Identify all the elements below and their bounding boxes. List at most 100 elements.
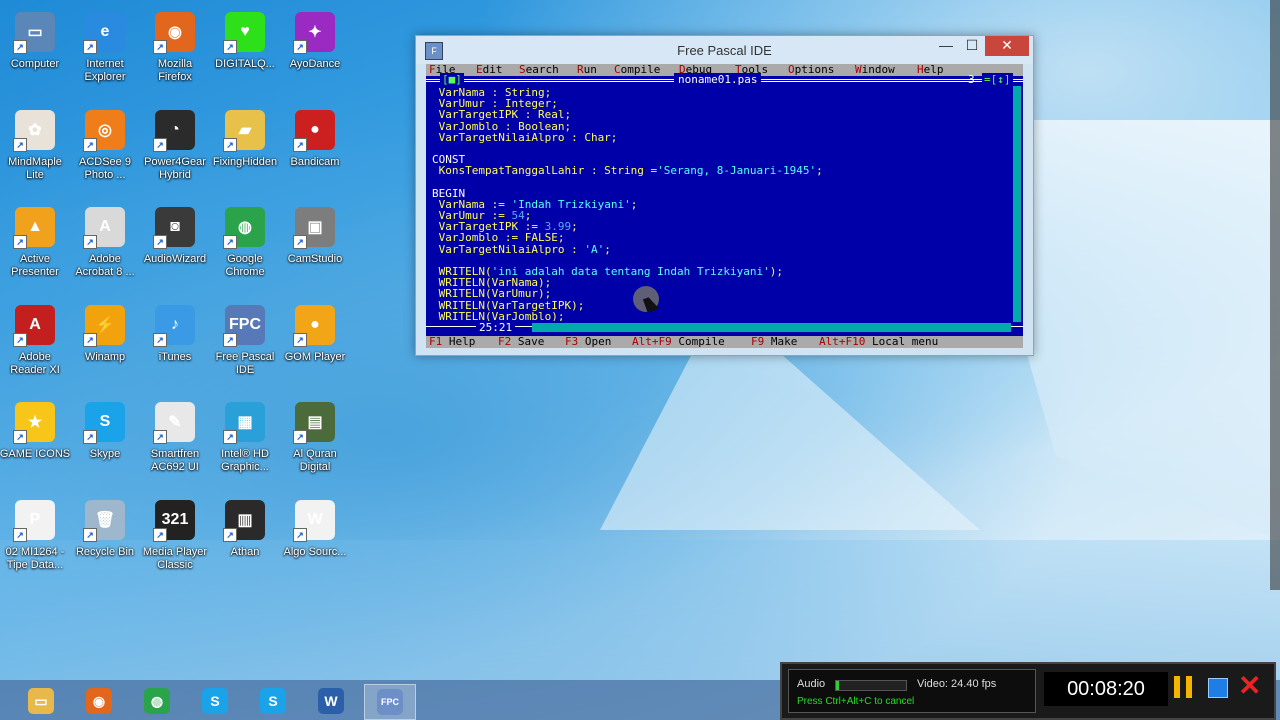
shortcut-arrow-icon: ↗ bbox=[13, 430, 27, 444]
status-help[interactable]: F1 Help bbox=[429, 335, 475, 348]
desktop-icon-label: Recycle Bin bbox=[75, 545, 135, 558]
desktop-icon[interactable]: FPC ↗ Free Pascal IDE bbox=[209, 304, 281, 377]
taskbar-button[interactable]: S bbox=[190, 684, 240, 718]
desktop-icon[interactable]: ◔ ↗ Power4Gear Hybrid bbox=[139, 109, 211, 182]
mindmaple-icon: ✿ ↗ bbox=[13, 109, 55, 152]
desktop-icon[interactable]: ★ ↗ GAME ICONS bbox=[0, 402, 71, 461]
code-line: WRITELN(VarJomblo); bbox=[432, 309, 565, 321]
menu-compile[interactable]: Compile bbox=[614, 63, 660, 76]
horizontal-scrollbar[interactable] bbox=[532, 323, 1011, 332]
desktop-icon[interactable]: 321 ↗ Media Player Classic bbox=[139, 499, 211, 572]
desktop-icon[interactable]: ● ↗ GOM Player bbox=[279, 304, 351, 364]
turbo-vision-screen: File Edit Search Run Compile Debug Tools Option… bbox=[426, 63, 1023, 348]
shortcut-arrow-icon: ↗ bbox=[13, 332, 27, 347]
close-button[interactable]: ✕ bbox=[985, 36, 1029, 56]
taskbar-button[interactable]: ◉ bbox=[74, 684, 124, 718]
free-pascal-window[interactable]: F Free Pascal IDE — ☐ ✕ File Edit Search Ru… bbox=[415, 35, 1034, 356]
taskbar-button[interactable]: W bbox=[306, 684, 356, 718]
editor-close-button[interactable]: [■] bbox=[440, 73, 464, 86]
desktop-icon[interactable]: S ↗ Skype bbox=[69, 402, 141, 461]
taskbar-button[interactable]: ◍ bbox=[132, 684, 182, 718]
window-titlebar[interactable]: F Free Pascal IDE — ☐ ✕ bbox=[416, 36, 1033, 64]
menu-help[interactable]: Help bbox=[917, 63, 944, 76]
winamp-icon: ⚡ ↗ bbox=[83, 304, 125, 347]
desktop-icon[interactable]: A ↗ Adobe Reader XI bbox=[0, 304, 71, 377]
desktop-icon[interactable]: ▥ ↗ Athan bbox=[209, 499, 281, 559]
status-save[interactable]: F2 Save bbox=[498, 335, 544, 348]
desktop-icon[interactable]: ▲ ↗ Active Presenter bbox=[0, 207, 71, 279]
skype-icon: S bbox=[202, 688, 228, 714]
desktop-icon[interactable]: e ↗ Internet Explorer bbox=[69, 12, 141, 84]
taskbar-button[interactable]: ▭ bbox=[16, 684, 66, 718]
desktop-icon[interactable]: ◉ ↗ Mozilla Firefox bbox=[139, 12, 211, 84]
maximize-button[interactable]: ☐ bbox=[959, 36, 985, 56]
pause-icon[interactable] bbox=[1174, 676, 1194, 698]
bandicam-icon: ● ↗ bbox=[293, 109, 335, 152]
status-compile[interactable]: Alt+F9 Compile bbox=[632, 335, 725, 348]
desktop-icon[interactable]: A ↗ Adobe Acrobat 8 ... bbox=[69, 207, 141, 279]
taskbar-button[interactable]: FPC bbox=[364, 684, 416, 720]
desktop-icon[interactable]: ▰ ↗ FixingHidden bbox=[209, 109, 281, 169]
desktop-icon[interactable]: 🗑 ↗ Recycle Bin bbox=[69, 499, 141, 559]
desktop-icon[interactable]: ▭ ↗ Computer bbox=[0, 12, 71, 71]
status-open[interactable]: F3 Open bbox=[565, 335, 611, 348]
taskbar-button[interactable]: S bbox=[248, 684, 298, 718]
desktop-icon[interactable]: ● ↗ Bandicam bbox=[279, 109, 351, 169]
shortcut-arrow-icon: ↗ bbox=[293, 235, 307, 249]
desktop-icon[interactable]: ♪ ↗ iTunes bbox=[139, 304, 211, 364]
recorder-info-panel: Audio Video: 24.40 fps Press Ctrl+Alt+C … bbox=[788, 669, 1036, 713]
stop-icon[interactable] bbox=[1208, 678, 1228, 698]
status-local-menu[interactable]: Alt+F10 Local menu bbox=[819, 335, 938, 348]
shortcut-arrow-icon: ↗ bbox=[223, 40, 237, 54]
vertical-scrollbar[interactable] bbox=[1013, 86, 1021, 322]
quran-icon: ▤ ↗ bbox=[293, 402, 335, 444]
editor-filename: noname01.pas bbox=[674, 73, 762, 86]
editor-window[interactable]: [■] noname01.pas 3 =[↕] VarNama : String… bbox=[426, 73, 1023, 336]
desktop-icon[interactable]: ♥ ↗ DIGITALQ... bbox=[209, 12, 281, 71]
status-make[interactable]: F9 Make bbox=[751, 335, 797, 348]
desktop-icon[interactable]: ▤ ↗ Al Quran Digital bbox=[279, 402, 351, 474]
smartfren-icon: ✎ ↗ bbox=[153, 402, 195, 444]
shortcut-arrow-icon: ↗ bbox=[13, 137, 27, 152]
desktop-icon[interactable]: ▣ ↗ CamStudio bbox=[279, 207, 351, 266]
menu-edit[interactable]: Edit bbox=[476, 63, 503, 76]
intel-icon: ▦ ↗ bbox=[223, 402, 265, 444]
menu-options[interactable]: Options bbox=[788, 63, 834, 76]
desktop-icon-label: Athan bbox=[230, 545, 260, 558]
editor-zoom-button[interactable]: =[↕] bbox=[982, 73, 1013, 86]
desktop-icon[interactable]: ◎ ↗ ACDSee 9 Photo ... bbox=[69, 109, 141, 182]
close-recorder-icon[interactable]: ✕ bbox=[1238, 670, 1261, 702]
desktop-icon[interactable]: ✦ ↗ AyoDance bbox=[279, 12, 351, 71]
bandicam-recorder: Audio Video: 24.40 fps Press Ctrl+Alt+C … bbox=[780, 662, 1276, 720]
freepascal-icon: FPC bbox=[377, 689, 403, 715]
editor-frame-top: [■] noname01.pas 3 =[↕] bbox=[426, 73, 1023, 86]
camstudio-icon: ▣ ↗ bbox=[293, 207, 335, 249]
minimize-button[interactable]: — bbox=[933, 36, 959, 56]
shortcut-arrow-icon: ↗ bbox=[83, 40, 97, 54]
desktop-icon-label: Free Pascal IDE bbox=[215, 350, 275, 376]
code-editor[interactable]: VarNama : String; VarUmur : Integer; Var… bbox=[432, 87, 1007, 321]
menu-search[interactable]: Search bbox=[519, 63, 559, 76]
shortcut-arrow-icon: ↗ bbox=[293, 40, 307, 54]
right-edge-strip bbox=[1270, 0, 1280, 590]
desktop-icon-label: Computer bbox=[10, 58, 60, 70]
desktop-icon[interactable]: ▦ ↗ Intel® HD Graphic... bbox=[209, 402, 281, 474]
desktop-icon[interactable]: ⚡ ↗ Winamp bbox=[69, 304, 141, 364]
desktop-icon[interactable]: ◍ ↗ Google Chrome bbox=[209, 207, 281, 279]
desktop-icon[interactable]: ✿ ↗ MindMaple Lite bbox=[0, 109, 71, 182]
star-icon: ★ ↗ bbox=[13, 402, 55, 444]
desktop-icon[interactable]: ◙ ↗ AudioWizard bbox=[139, 207, 211, 266]
menu-run[interactable]: Run bbox=[577, 63, 597, 76]
audio-label: Audio bbox=[797, 678, 826, 690]
desktop-icon[interactable]: P ↗ 02 MI1264 - Tipe Data... bbox=[0, 499, 71, 572]
audio-meter bbox=[835, 680, 907, 691]
chrome-icon: ◍ bbox=[144, 688, 170, 714]
activepresenter-icon: ▲ ↗ bbox=[13, 207, 55, 249]
video-fps-label: Video: 24.40 fps bbox=[917, 678, 997, 690]
desktop-icon[interactable]: W ↗ Algo Sourc... bbox=[279, 499, 351, 559]
menu-window[interactable]: Window bbox=[855, 63, 895, 76]
desktop-icon-label: Smartfren AC692 UI bbox=[150, 448, 200, 473]
desktop-icon[interactable]: ✎ ↗ Smartfren AC692 UI bbox=[139, 402, 211, 474]
code-line: WRITELN(VarUmur); bbox=[432, 287, 552, 301]
